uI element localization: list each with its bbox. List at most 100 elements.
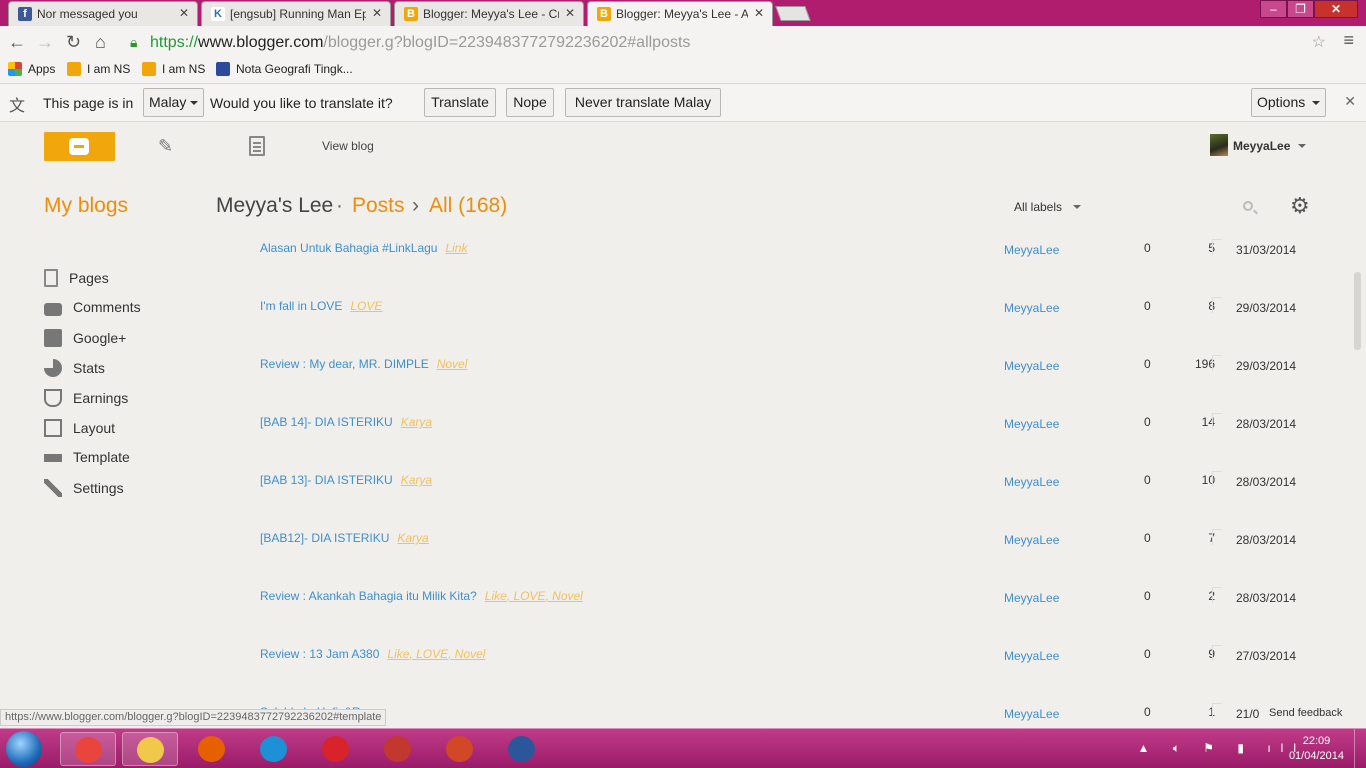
- sidebar-item-settings[interactable]: Settings: [44, 479, 124, 501]
- sidebar-item-pages[interactable]: Pages: [44, 269, 109, 291]
- forward-icon[interactable]: →: [36, 32, 54, 53]
- sidebar-item-google-plus[interactable]: Google+: [44, 329, 126, 351]
- post-title[interactable]: Review : 13 Jam A380 Like, LOVE, Novel: [260, 647, 485, 661]
- maximize-button[interactable]: ❐: [1287, 0, 1314, 18]
- post-label-link[interactable]: LOVE: [513, 589, 545, 603]
- table-row[interactable]: [BAB 14]- DIA ISTERIKU Karya MeyyaLee 0 14 28…: [260, 413, 1310, 435]
- post-label-link[interactable]: Karya: [401, 415, 432, 429]
- close-tab-icon[interactable]: ✕: [754, 6, 764, 20]
- new-tab-button[interactable]: [775, 6, 811, 21]
- post-title[interactable]: [BAB 13]- DIA ISTERIKU Karya: [260, 473, 432, 487]
- star-icon[interactable]: ☆: [1312, 32, 1326, 52]
- chrome-taskbar-button[interactable]: [60, 732, 116, 766]
- post-title[interactable]: [BAB 14]- DIA ISTERIKU Karya: [260, 415, 432, 429]
- posts-list-icon[interactable]: [249, 136, 265, 156]
- breadcrumb-posts[interactable]: Posts: [352, 194, 405, 218]
- close-tab-icon[interactable]: ✕: [565, 6, 575, 20]
- nope-button[interactable]: Nope: [506, 88, 554, 117]
- address-bar[interactable]: 🔒︎ https://www.blogger.com/blogger.g?blo…: [124, 29, 1334, 56]
- table-row[interactable]: Review : 13 Jam A380 Like, LOVE, Novel Mey…: [260, 645, 1310, 667]
- firefox-taskbar-button[interactable]: [184, 732, 240, 766]
- post-title[interactable]: Review : My dear, MR. DIMPLE Novel: [260, 357, 467, 371]
- bookmark-iamns-1[interactable]: I am NS: [67, 62, 130, 76]
- table-row[interactable]: I'm fall in LOVE LOVE MeyyaLee 0 8 29/03/2014: [260, 297, 1310, 319]
- home-icon[interactable]: ⌂: [95, 32, 106, 53]
- back-icon[interactable]: ←: [8, 32, 26, 53]
- options-button[interactable]: Options: [1251, 88, 1326, 117]
- post-author[interactable]: MeyyaLee: [1004, 533, 1059, 547]
- post-title-text[interactable]: I'm fall in LOVE: [260, 299, 342, 313]
- post-author[interactable]: MeyyaLee: [1004, 649, 1059, 663]
- app-red-taskbar-button[interactable]: [308, 732, 364, 766]
- my-blogs-link[interactable]: My blogs: [44, 194, 128, 218]
- post-title[interactable]: Alasan Untuk Bahagia #LinkLagu Link: [260, 241, 467, 255]
- post-title-text[interactable]: Review : My dear, MR. DIMPLE: [260, 357, 429, 371]
- never-translate-button[interactable]: Never translate Malay: [565, 88, 721, 117]
- table-row[interactable]: Review : Akankah Bahagia itu Milik Kita?…: [260, 587, 1310, 609]
- translate-button[interactable]: Translate: [424, 88, 496, 117]
- post-title-text[interactable]: [BAB12]- DIA ISTERIKU: [260, 531, 389, 545]
- close-tab-icon[interactable]: ✕: [372, 6, 382, 20]
- powerpoint-taskbar-button[interactable]: [432, 732, 488, 766]
- post-author[interactable]: MeyyaLee: [1004, 707, 1059, 721]
- word-taskbar-button[interactable]: [494, 732, 550, 766]
- post-title-text[interactable]: [BAB 14]- DIA ISTERIKU: [260, 415, 393, 429]
- gear-icon[interactable]: ⚙: [1290, 193, 1310, 219]
- post-label-link[interactable]: Karya: [401, 473, 432, 487]
- menu-icon[interactable]: ≡: [1343, 30, 1354, 51]
- search-icon[interactable]: [1243, 201, 1253, 211]
- post-label-link[interactable]: Novel: [455, 647, 486, 661]
- post-label-link[interactable]: Novel: [552, 589, 583, 603]
- post-label-link[interactable]: Karya: [397, 531, 428, 545]
- app-ring-taskbar-button[interactable]: [370, 732, 426, 766]
- post-label-link[interactable]: Novel: [437, 357, 468, 371]
- post-author[interactable]: MeyyaLee: [1004, 475, 1059, 489]
- language-select[interactable]: Malay: [143, 88, 204, 117]
- post-label-link[interactable]: Like: [387, 647, 409, 661]
- new-post-pencil-icon[interactable]: ✎: [158, 136, 173, 157]
- post-label-link[interactable]: Like: [485, 589, 507, 603]
- send-feedback-button[interactable]: Send feedback: [1263, 703, 1349, 723]
- post-title-text[interactable]: Review : Akankah Bahagia itu Milik Kita?: [260, 589, 477, 603]
- windows-start-icon[interactable]: [6, 731, 42, 767]
- all-labels-dropdown[interactable]: All labels: [1014, 200, 1062, 214]
- view-blog-link[interactable]: View blog: [322, 139, 374, 153]
- post-label-link[interactable]: LOVE: [416, 647, 448, 661]
- post-title[interactable]: [BAB12]- DIA ISTERIKU Karya: [260, 531, 429, 545]
- close-window-button[interactable]: ✕: [1314, 0, 1358, 18]
- clock[interactable]: 22:09 01/04/2014: [1289, 734, 1344, 764]
- sidebar-item-earnings[interactable]: Earnings: [44, 389, 128, 411]
- post-title-text[interactable]: Review : 13 Jam A380: [260, 647, 379, 661]
- post-title[interactable]: Review : Akankah Bahagia itu Milik Kita?…: [260, 589, 583, 603]
- table-row[interactable]: Review : My dear, MR. DIMPLE Novel MeyyaLe…: [260, 355, 1310, 377]
- table-row[interactable]: [BAB 13]- DIA ISTERIKU Karya MeyyaLee 0 10 28…: [260, 471, 1310, 493]
- close-tab-icon[interactable]: ✕: [179, 6, 189, 20]
- chevron-down-icon[interactable]: [1073, 205, 1081, 209]
- scrollbar-thumb[interactable]: [1354, 272, 1361, 350]
- post-author[interactable]: MeyyaLee: [1004, 417, 1059, 431]
- table-row[interactable]: Salahkah, Hafiz&RossaMeyyaLee0121/0: [260, 703, 1310, 725]
- post-title-text[interactable]: [BAB 13]- DIA ISTERIKU: [260, 473, 393, 487]
- sidebar-item-comments[interactable]: Comments: [44, 299, 141, 321]
- account-name[interactable]: MeyyaLee: [1233, 139, 1290, 153]
- bookmark-iamns-2[interactable]: I am NS: [142, 62, 205, 76]
- tab-running-man[interactable]: K [engsub] Running Man Ep ✕: [201, 1, 391, 26]
- post-author[interactable]: MeyyaLee: [1004, 243, 1059, 257]
- bookmark-apps[interactable]: Apps: [8, 62, 55, 76]
- table-row[interactable]: [BAB12]- DIA ISTERIKU Karya MeyyaLee 0 7 28/0…: [260, 529, 1310, 551]
- post-author[interactable]: MeyyaLee: [1004, 301, 1059, 315]
- post-label-link[interactable]: LOVE: [350, 299, 382, 313]
- internet-explorer-taskbar-button[interactable]: [246, 732, 302, 766]
- tab-blogger-all[interactable]: B Blogger: Meyya's Lee - Al ✕: [587, 1, 773, 26]
- post-title[interactable]: I'm fall in LOVE LOVE: [260, 299, 382, 313]
- sidebar-item-layout[interactable]: Layout: [44, 419, 115, 441]
- minimize-button[interactable]: –: [1260, 0, 1287, 18]
- breadcrumb-all[interactable]: All (168): [429, 194, 507, 218]
- close-icon[interactable]: ✕: [1344, 93, 1356, 110]
- avatar[interactable]: [1210, 134, 1228, 156]
- account-chevron-down-icon[interactable]: [1298, 144, 1306, 148]
- tab-facebook[interactable]: f Nor messaged you ✕: [8, 1, 198, 26]
- blogger-logo[interactable]: [44, 132, 115, 161]
- post-author[interactable]: MeyyaLee: [1004, 359, 1059, 373]
- show-desktop-button[interactable]: [1354, 729, 1366, 768]
